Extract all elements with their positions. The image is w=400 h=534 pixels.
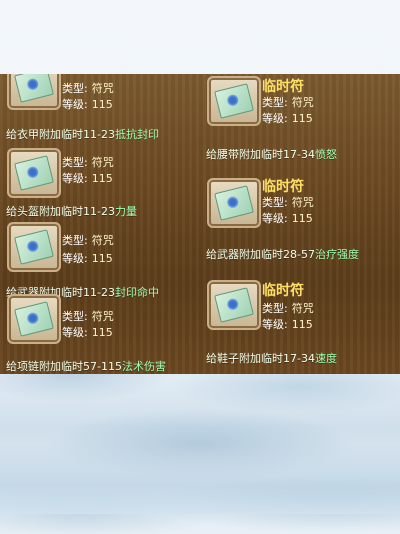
type-value: 符咒	[291, 96, 314, 109]
item-card[interactable]: 类型: 符咒 等级: 115 给项链附加临时57-115法术伤害	[0, 294, 200, 374]
level-label: 等级:	[62, 172, 88, 185]
level-label: 等级:	[62, 326, 88, 339]
item-description: 给衣甲附加临时11-23抵抗封印	[6, 128, 159, 141]
item-description: 给头盔附加临时11-23力量	[6, 205, 137, 218]
item-card[interactable]: 类型: 符咒 等级: 115 给衣甲附加临时11-23抵抗封印	[0, 74, 200, 149]
type-label: 类型:	[62, 310, 88, 323]
type-label: 类型:	[262, 196, 288, 209]
left-column: 类型: 符咒 等级: 115 给衣甲附加临时11-23抵抗封印 类型: 符咒 等级: 1…	[0, 74, 200, 374]
level-value: 115	[291, 318, 313, 331]
level-value: 115	[91, 252, 113, 265]
level-label: 等级:	[262, 212, 288, 225]
type-label: 类型:	[62, 156, 88, 169]
item-tooltip-panel: 类型: 符咒 等级: 115 给衣甲附加临时11-23抵抗封印 类型: 符咒 等级: 1…	[0, 74, 400, 374]
item-card[interactable]: 类型: 符咒 等级: 115 给头盔附加临时11-23力量	[0, 148, 200, 225]
item-card[interactable]: 类型: 符咒 等级: 115 给武器附加临时11-23封印命中	[0, 222, 200, 303]
type-label: 类型:	[62, 82, 88, 95]
talisman-icon	[7, 148, 61, 198]
type-value: 符咒	[91, 310, 114, 323]
level-value: 115	[291, 112, 313, 125]
item-card[interactable]: 临时符 类型: 符咒 等级: 115 给腰带附加临时17-34愤怒	[200, 74, 400, 161]
item-description: 给项链附加临时57-115法术伤害	[6, 360, 166, 373]
type-label: 类型:	[262, 302, 288, 315]
item-name: 临时符	[262, 283, 304, 299]
talisman-icon	[7, 294, 61, 344]
item-description: 给鞋子附加临时17-34速度	[206, 352, 337, 365]
talisman-icon	[207, 280, 261, 330]
level-label: 等级:	[262, 112, 288, 125]
level-label: 等级:	[262, 318, 288, 331]
type-value: 符咒	[291, 302, 314, 315]
talisman-icon	[207, 178, 261, 228]
type-label: 类型:	[262, 96, 288, 109]
level-value: 115	[91, 326, 113, 339]
item-description: 给腰带附加临时17-34愤怒	[206, 148, 337, 161]
talisman-icon	[207, 76, 261, 126]
type-value: 符咒	[91, 82, 114, 95]
talisman-icon	[7, 74, 61, 110]
level-value: 115	[91, 98, 113, 111]
type-value: 符咒	[91, 234, 114, 247]
level-label: 等级:	[62, 252, 88, 265]
item-card[interactable]: 临时符 类型: 符咒 等级: 115 给武器附加临时28-57治疗强度	[200, 174, 400, 261]
snow-ridge	[0, 444, 400, 514]
item-card[interactable]: 临时符 类型: 符咒 等级: 115 给鞋子附加临时17-34速度	[200, 278, 400, 365]
level-value: 115	[91, 172, 113, 185]
level-value: 115	[291, 212, 313, 225]
right-column: 临时符 类型: 符咒 等级: 115 给腰带附加临时17-34愤怒 临时符 类型: 符…	[200, 74, 400, 374]
type-value: 符咒	[91, 156, 114, 169]
item-name: 临时符	[262, 79, 304, 95]
item-description: 给武器附加临时28-57治疗强度	[206, 248, 359, 261]
type-label: 类型:	[62, 234, 88, 247]
talisman-icon	[7, 222, 61, 272]
level-label: 等级:	[62, 98, 88, 111]
item-name: 临时符	[262, 179, 304, 195]
snow-landscape	[0, 364, 400, 534]
type-value: 符咒	[291, 196, 314, 209]
